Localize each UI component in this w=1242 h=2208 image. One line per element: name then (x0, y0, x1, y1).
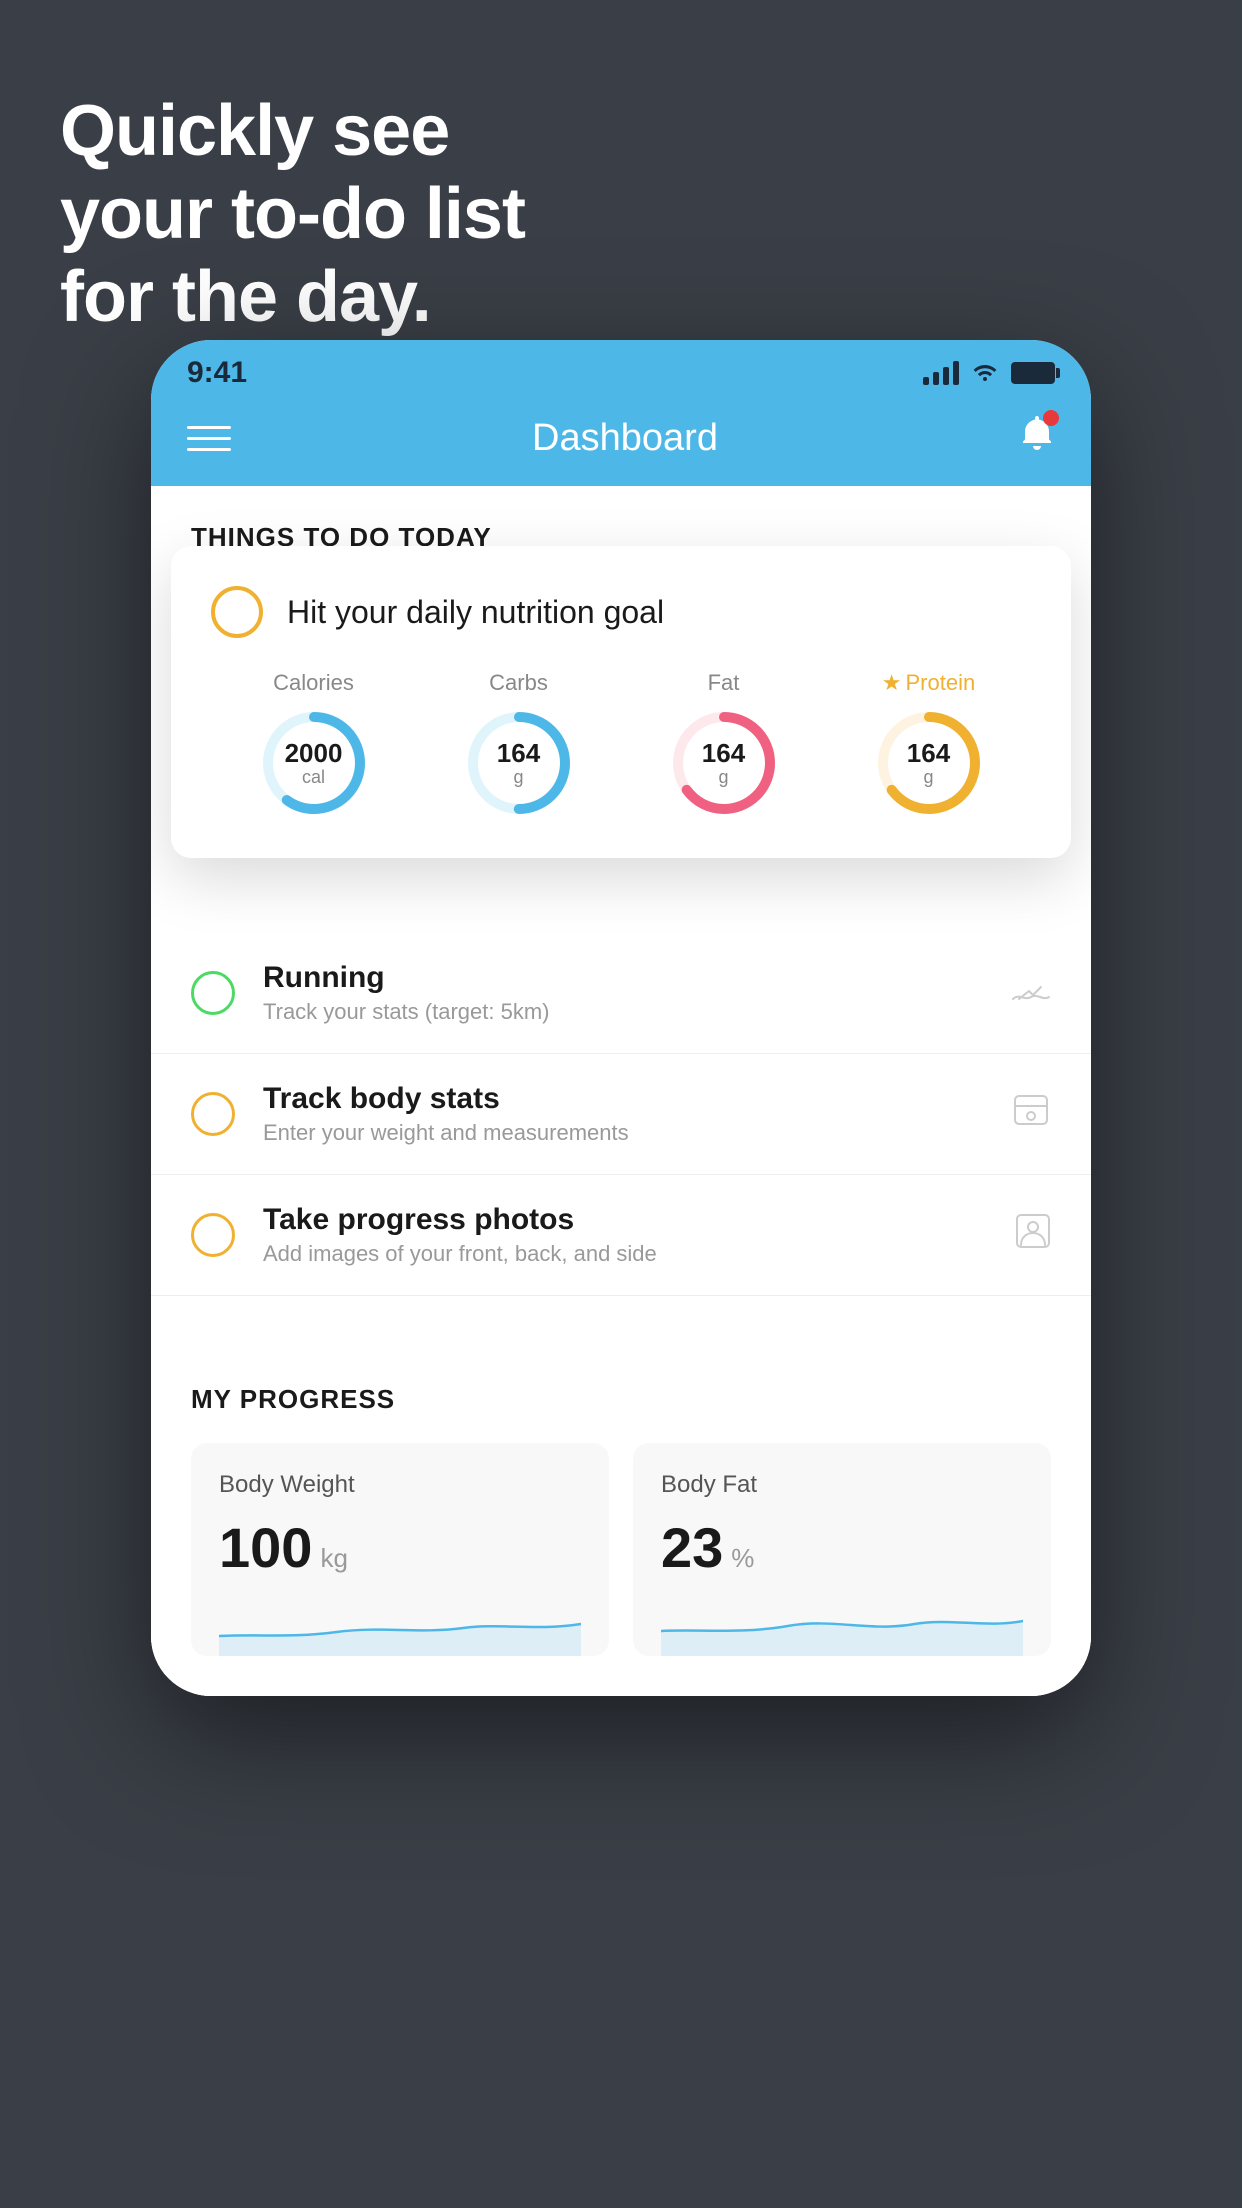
body-fat-title: Body Fat (661, 1471, 1023, 1499)
progress-section: MY PROGRESS Body Weight 100 kg (151, 1344, 1091, 1656)
todo-subtitle-body-stats: Enter your weight and measurements (263, 1120, 983, 1146)
notification-badge (1043, 410, 1059, 426)
status-bar: 9:41 (151, 340, 1091, 398)
todo-subtitle-running: Track your stats (target: 5km) (263, 999, 983, 1025)
body-weight-chart (219, 1596, 581, 1656)
fat-ring: 164 g (669, 708, 779, 818)
nutrition-grid: Calories 2000 cal Carbs (211, 670, 1031, 818)
phone-mockup: 9:41 Dashboard (151, 340, 1091, 1696)
signal-icon (923, 361, 959, 385)
nutrition-card[interactable]: Hit your daily nutrition goal Calories 2… (171, 546, 1071, 858)
running-icon (1011, 971, 1051, 1016)
body-fat-card[interactable]: Body Fat 23 % (633, 1443, 1051, 1656)
status-icons (923, 359, 1055, 388)
protein-text: 164 g (907, 739, 950, 787)
carbs-text: 164 g (497, 739, 540, 787)
calories-text: 2000 cal (285, 739, 343, 787)
star-icon: ★ (882, 670, 902, 696)
calories-ring: 2000 cal (259, 708, 369, 818)
todo-title-running: Running (263, 961, 983, 995)
notifications-button[interactable] (1019, 414, 1055, 462)
content-area: THINGS TO DO TODAY Hit your daily nutrit… (151, 486, 1091, 1696)
calories-label: Calories (273, 670, 354, 696)
hero-line3: for the day. (60, 256, 525, 339)
todo-check-circle[interactable] (211, 586, 263, 638)
progress-cards: Body Weight 100 kg Body Fat (191, 1443, 1051, 1656)
nav-title: Dashboard (532, 417, 718, 460)
todo-circle-photos (191, 1213, 235, 1257)
body-weight-card[interactable]: Body Weight 100 kg (191, 1443, 609, 1656)
body-fat-chart (661, 1596, 1023, 1656)
person-icon (1015, 1213, 1051, 1258)
wifi-icon (971, 359, 999, 388)
card-title: Hit your daily nutrition goal (287, 594, 664, 631)
todo-title-photos: Take progress photos (263, 1203, 987, 1237)
protein-label-star: ★ Protein (882, 670, 975, 696)
fat-text: 164 g (702, 739, 745, 787)
carbs-label: Carbs (489, 670, 548, 696)
todo-item-photos[interactable]: Take progress photos Add images of your … (151, 1175, 1091, 1296)
nutrition-protein: ★ Protein 164 g (874, 670, 984, 818)
todo-text-running: Running Track your stats (target: 5km) (263, 961, 983, 1025)
body-fat-value: 23 % (661, 1515, 1023, 1580)
hero-line2: your to-do list (60, 173, 525, 256)
card-title-row: Hit your daily nutrition goal (211, 586, 1031, 638)
nutrition-fat: Fat 164 g (669, 670, 779, 818)
todo-item-running[interactable]: Running Track your stats (target: 5km) (151, 933, 1091, 1054)
body-weight-unit: kg (320, 1543, 347, 1574)
carbs-ring: 164 g (464, 708, 574, 818)
body-weight-value: 100 kg (219, 1515, 581, 1580)
nav-bar: Dashboard (151, 398, 1091, 486)
phone-bottom (151, 1656, 1091, 1696)
fat-label: Fat (708, 670, 740, 696)
menu-button[interactable] (187, 426, 231, 451)
todo-text-photos: Take progress photos Add images of your … (263, 1203, 987, 1267)
battery-icon (1011, 362, 1055, 384)
todo-circle-running (191, 971, 235, 1015)
nutrition-calories: Calories 2000 cal (259, 670, 369, 818)
body-fat-unit: % (731, 1543, 754, 1574)
todo-subtitle-photos: Add images of your front, back, and side (263, 1241, 987, 1267)
protein-label: Protein (906, 670, 976, 696)
body-weight-number: 100 (219, 1515, 312, 1580)
todo-title-body-stats: Track body stats (263, 1082, 983, 1116)
body-fat-number: 23 (661, 1515, 723, 1580)
body-weight-title: Body Weight (219, 1471, 581, 1499)
hero-line1: Quickly see (60, 90, 525, 173)
progress-header: MY PROGRESS (191, 1384, 1051, 1415)
nutrition-carbs: Carbs 164 g (464, 670, 574, 818)
todo-item-body-stats[interactable]: Track body stats Enter your weight and m… (151, 1054, 1091, 1175)
hero-text: Quickly see your to-do list for the day. (60, 90, 525, 338)
protein-ring: 164 g (874, 708, 984, 818)
todo-text-body-stats: Track body stats Enter your weight and m… (263, 1082, 983, 1146)
todo-circle-body-stats (191, 1092, 235, 1136)
scale-icon (1011, 1092, 1051, 1137)
status-time: 9:41 (187, 356, 247, 390)
